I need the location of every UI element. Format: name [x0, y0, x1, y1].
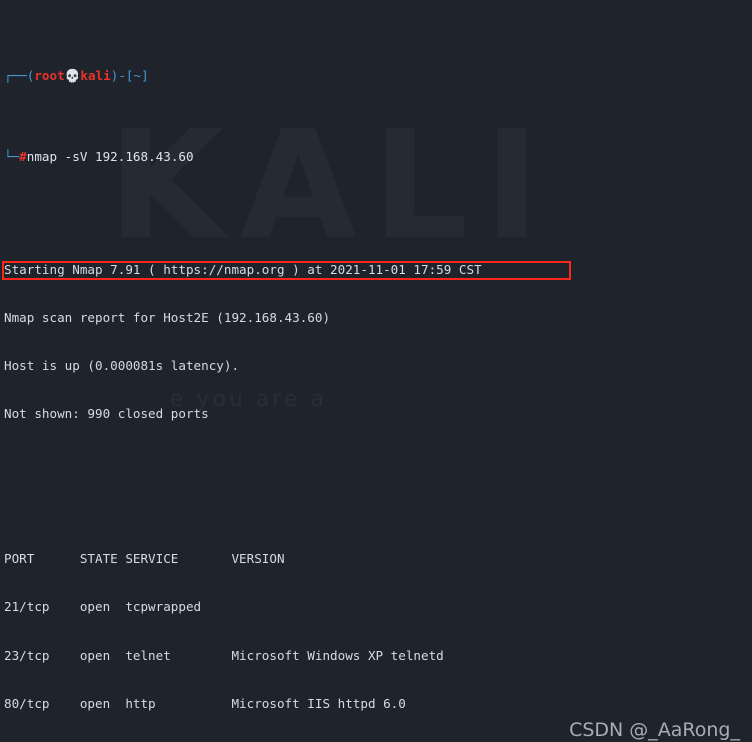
command-input[interactable]: nmap -sV 192.168.43.60	[27, 149, 194, 164]
prompt-dash: -	[118, 68, 126, 84]
csdn-watermark: CSDN @_AaRong_	[569, 718, 740, 741]
output-line: Host is up (0.000081s latency).	[4, 358, 240, 374]
prompt-line-1: ┌──(root💀kali)-[~]	[4, 68, 752, 84]
prompt-corner-top: ┌──	[4, 68, 27, 84]
port-table: PORT STATE SERVICE VERSION 21/tcp open t…	[4, 519, 752, 742]
output-line: Starting Nmap 7.91 ( https://nmap.org ) …	[4, 261, 482, 277]
scan-header-block: Starting Nmap 7.91 ( https://nmap.org ) …	[4, 229, 752, 454]
prompt-path: ~	[133, 68, 142, 84]
port-table-header: PORT STATE SERVICE VERSION	[4, 551, 285, 567]
table-row: 80/tcp open http Microsoft IIS httpd 6.0	[4, 696, 406, 712]
prompt-bracket-open: [	[125, 68, 134, 84]
terminal-window[interactable]: KALI e you are a ┌──(root💀kali)-[~] └─#n…	[0, 0, 752, 742]
prompt-host: kali	[80, 68, 111, 84]
table-row: 23/tcp open telnet Microsoft Windows XP …	[4, 647, 444, 663]
table-row: 21/tcp open tcpwrapped	[4, 599, 202, 615]
skull-icon: 💀	[64, 68, 81, 84]
prompt-corner-bottom: └─	[4, 148, 20, 164]
prompt-hash-symbol: #	[19, 148, 27, 164]
prompt-bracket-close: ]	[141, 68, 149, 84]
prompt-user: root	[34, 68, 65, 84]
prompt-line-2: └─#nmap -sV 192.168.43.60	[4, 149, 752, 165]
output-line: Not shown: 990 closed ports	[4, 406, 209, 422]
terminal-screen: ┌──(root💀kali)-[~] └─#nmap -sV 192.168.4…	[0, 0, 752, 742]
output-line: Nmap scan report for Host2E (192.168.43.…	[4, 309, 331, 325]
